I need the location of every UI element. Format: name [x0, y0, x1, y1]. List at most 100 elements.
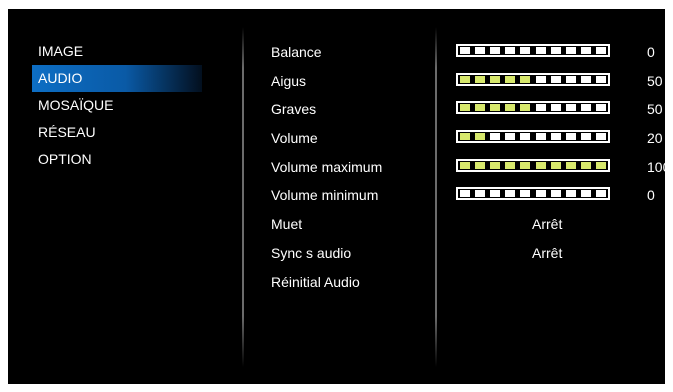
level-segment-filled — [490, 161, 501, 169]
level-segment-empty — [595, 133, 606, 141]
level-segment-filled — [535, 161, 546, 169]
level-segment-filled — [460, 161, 470, 169]
value-row-aigus: 50 — [456, 67, 663, 96]
volume-minimum-level-bar[interactable] — [456, 187, 610, 201]
setting-balance[interactable]: Balance — [271, 38, 421, 67]
category-menu: IMAGE AUDIO MOSAÏQUE RÉSEAU OPTION — [32, 38, 202, 173]
column-divider — [435, 27, 437, 367]
level-segment-empty — [505, 47, 516, 54]
level-segment-empty — [535, 104, 546, 112]
level-segment-empty — [475, 47, 486, 54]
level-segment-empty — [490, 47, 501, 54]
column-divider — [242, 27, 244, 367]
level-segment-filled — [505, 161, 516, 169]
value-row-graves: 50 — [456, 95, 663, 124]
level-segment-filled — [505, 75, 516, 83]
level-segment-empty — [550, 133, 561, 141]
level-segment-filled — [565, 161, 576, 169]
level-segment-empty — [565, 75, 576, 83]
level-segment-filled — [490, 75, 501, 83]
value-row-volume: 20 — [456, 124, 663, 153]
level-segment-filled — [490, 104, 501, 112]
level-segment-filled — [520, 161, 531, 169]
value-row-muet: Arrêt — [456, 210, 656, 239]
level-segment-empty — [550, 75, 561, 83]
volume-maximum-level-bar[interactable] — [456, 158, 610, 172]
level-segment-empty — [565, 190, 576, 198]
level-segment-empty — [550, 47, 561, 54]
setting-volume-maximum[interactable]: Volume maximum — [271, 153, 421, 182]
volume-maximum-value: 100 — [647, 158, 671, 175]
level-segment-empty — [490, 190, 501, 198]
level-segment-empty — [580, 133, 591, 141]
audio-settings-list: Balance Aigus Graves Volume Volume maxim… — [271, 38, 421, 296]
level-segment-filled — [505, 104, 516, 112]
menu-item-option[interactable]: OPTION — [32, 146, 202, 173]
level-segment-filled — [550, 161, 561, 169]
value-row-volume-maximum: 100 — [456, 153, 670, 182]
graves-value: 50 — [647, 101, 663, 118]
aigus-value: 50 — [647, 72, 663, 89]
balance-value: 0 — [647, 44, 655, 60]
level-segment-filled — [475, 75, 486, 83]
level-segment-filled — [460, 75, 470, 83]
level-segment-empty — [490, 133, 501, 141]
level-segment-filled — [580, 161, 591, 169]
level-segment-empty — [595, 47, 606, 54]
level-segment-empty — [535, 133, 546, 141]
level-segment-empty — [580, 104, 591, 112]
graves-level-bar[interactable] — [456, 101, 610, 115]
osd-menu: IMAGE AUDIO MOSAÏQUE RÉSEAU OPTION Balan… — [8, 9, 670, 384]
volume-minimum-value: 0 — [647, 187, 655, 204]
setting-reinitial-audio[interactable]: Réinitial Audio — [271, 268, 421, 297]
level-segment-empty — [535, 190, 546, 198]
level-segment-empty — [535, 47, 546, 54]
level-segment-empty — [520, 47, 531, 54]
setting-volume[interactable]: Volume — [271, 124, 421, 153]
level-segment-empty — [595, 75, 606, 83]
level-segment-empty — [565, 104, 576, 112]
level-segment-empty — [580, 190, 591, 198]
level-segment-filled — [460, 104, 470, 112]
level-segment-filled — [475, 133, 486, 141]
level-segment-empty — [505, 190, 516, 198]
value-row-volume-minimum: 0 — [456, 181, 656, 210]
level-segment-empty — [505, 133, 516, 141]
level-segment-empty — [580, 47, 591, 54]
level-segment-empty — [580, 75, 591, 83]
level-segment-empty — [565, 47, 576, 54]
setting-aigus[interactable]: Aigus — [271, 67, 421, 96]
level-segment-filled — [595, 161, 606, 169]
setting-volume-minimum[interactable]: Volume minimum — [271, 181, 421, 210]
level-segment-empty — [460, 190, 470, 198]
sync-audio-value[interactable]: Arrêt — [532, 239, 562, 267]
setting-graves[interactable]: Graves — [271, 95, 421, 124]
level-segment-empty — [460, 47, 470, 54]
volume-level-bar[interactable] — [456, 130, 610, 144]
level-segment-filled — [475, 161, 486, 169]
setting-sync-audio[interactable]: Sync s audio — [271, 239, 421, 268]
value-row-balance: 0 — [456, 38, 656, 67]
value-row-sync-audio: Arrêt — [456, 239, 656, 268]
menu-item-audio[interactable]: AUDIO — [32, 65, 202, 92]
level-segment-filled — [520, 104, 531, 112]
menu-item-reseau[interactable]: RÉSEAU — [32, 119, 202, 146]
volume-value: 20 — [647, 130, 663, 147]
muet-value[interactable]: Arrêt — [532, 210, 562, 238]
settings-values: 0 50 50 20 100 0 Arrêt Arrêt — [456, 38, 670, 268]
menu-item-image[interactable]: IMAGE — [32, 38, 202, 65]
level-segment-empty — [550, 190, 561, 198]
setting-muet[interactable]: Muet — [271, 210, 421, 239]
level-segment-empty — [595, 104, 606, 112]
level-segment-empty — [535, 75, 546, 83]
balance-level-bar[interactable] — [456, 44, 610, 57]
level-segment-filled — [475, 104, 486, 112]
level-segment-filled — [460, 133, 470, 141]
level-segment-empty — [565, 133, 576, 141]
level-segment-empty — [550, 104, 561, 112]
level-segment-empty — [475, 190, 486, 198]
aigus-level-bar[interactable] — [456, 72, 610, 86]
level-segment-empty — [595, 190, 606, 198]
menu-item-mosaique[interactable]: MOSAÏQUE — [32, 92, 202, 119]
level-segment-empty — [520, 190, 531, 198]
